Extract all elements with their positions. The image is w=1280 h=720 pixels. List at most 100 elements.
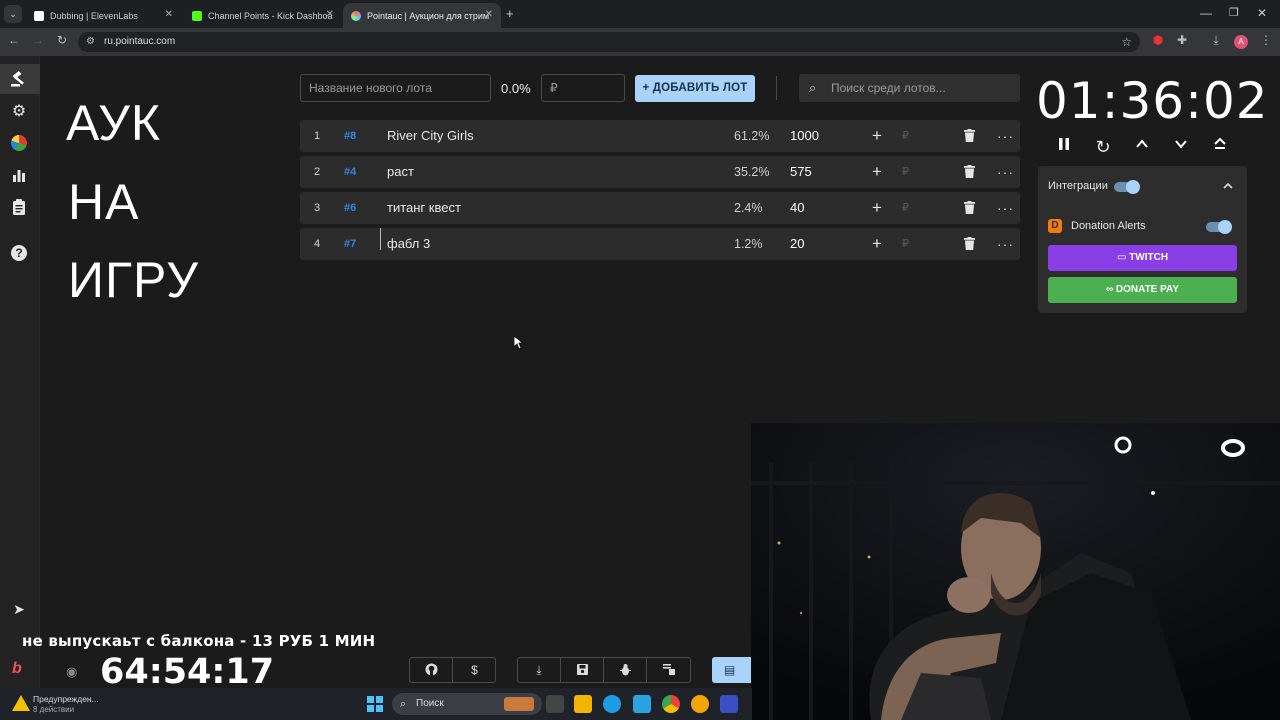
new-tab-button[interactable]: + bbox=[506, 6, 514, 21]
close-icon[interactable]: ✕ bbox=[326, 9, 334, 20]
lot-name[interactable]: титанг квест bbox=[387, 192, 461, 224]
lot-name[interactable]: River City Girls bbox=[387, 120, 474, 152]
search-icon: ⌕ bbox=[809, 80, 817, 95]
more-options-icon[interactable]: ··· bbox=[997, 156, 1014, 188]
tab-kick[interactable]: Channel Points - Kick Dashboa ✕ bbox=[184, 3, 342, 28]
download-icon[interactable]: ⤓ bbox=[1208, 33, 1224, 48]
lot-id[interactable]: #7 bbox=[344, 228, 356, 260]
telegram-icon[interactable]: ➤ bbox=[10, 600, 28, 618]
lot-amount[interactable]: 20 bbox=[790, 228, 804, 260]
lot-search-input[interactable]: ⌕ Поиск среди лотов... bbox=[799, 74, 1020, 102]
extension-icon[interactable]: ⬢ bbox=[1150, 33, 1166, 47]
more-options-icon[interactable]: ··· bbox=[997, 228, 1014, 260]
view-mode-button[interactable]: ▤ bbox=[712, 657, 752, 683]
trash-icon[interactable] bbox=[964, 237, 975, 253]
task-view-icon[interactable] bbox=[546, 695, 564, 713]
lot-amount[interactable]: 1000 bbox=[790, 120, 819, 152]
gear-icon[interactable]: ⚙ bbox=[10, 102, 28, 120]
drag-handle[interactable] bbox=[380, 228, 381, 250]
pie-chart-icon[interactable] bbox=[10, 134, 28, 152]
lot-name-input[interactable]: Название нового лота bbox=[300, 74, 491, 102]
chevron-up-icon[interactable] bbox=[1132, 137, 1152, 157]
lot-id[interactable]: #6 bbox=[344, 192, 356, 224]
lot-row[interactable]: 1 #8 River City Girls 61.2% 1000 + ₽ ··· bbox=[300, 120, 1020, 152]
help-icon[interactable]: ? bbox=[10, 244, 28, 262]
chevron-up-icon[interactable] bbox=[1223, 178, 1233, 196]
lot-row[interactable]: 3 #6 титанг квест 2.4% 40 + ₽ ··· bbox=[300, 192, 1020, 224]
add-amount-button[interactable]: + bbox=[872, 120, 882, 152]
lot-amount[interactable]: 40 bbox=[790, 192, 804, 224]
windows-start-icon[interactable] bbox=[367, 696, 383, 712]
lot-add-amount-input[interactable]: ₽ bbox=[902, 156, 909, 188]
lot-add-amount-input[interactable]: ₽ bbox=[902, 120, 909, 152]
add-lot-button[interactable]: + ДОБАВИТЬ ЛОТ bbox=[635, 75, 755, 102]
add-amount-button[interactable]: + bbox=[872, 228, 882, 260]
save-icon[interactable] bbox=[561, 658, 604, 682]
lot-row[interactable]: 2 #4 раст 35.2% 575 + ₽ ··· bbox=[300, 156, 1020, 188]
tab-elevenlabs[interactable]: Dubbing | ElevenLabs ✕ bbox=[26, 3, 181, 28]
donation-alerts-label: Donation Alerts bbox=[1071, 220, 1146, 232]
donation-alerts-toggle[interactable] bbox=[1206, 220, 1232, 234]
close-icon[interactable]: ✕ bbox=[165, 9, 173, 20]
lot-name[interactable]: фабл 3 bbox=[387, 228, 430, 260]
extensions-puzzle-icon[interactable]: ✚ bbox=[1174, 33, 1190, 47]
kick-favicon bbox=[192, 10, 202, 21]
lot-id[interactable]: #8 bbox=[344, 120, 356, 152]
restore-icon[interactable]: ❐ bbox=[1229, 6, 1239, 19]
browser-tab-bar: ⌄ Dubbing | ElevenLabs ✕ Channel Points … bbox=[0, 0, 1280, 28]
trash-icon[interactable] bbox=[964, 165, 975, 181]
double-chevron-up-icon[interactable] bbox=[1210, 137, 1230, 157]
chrome-icon[interactable] bbox=[662, 695, 680, 713]
bookmark-star-icon[interactable]: ☆ bbox=[1121, 32, 1132, 52]
stats-app-icon[interactable] bbox=[720, 695, 738, 713]
list-view-icon: ▤ bbox=[724, 663, 736, 677]
close-window-icon[interactable]: ✕ bbox=[1257, 6, 1267, 20]
clear-list-icon[interactable] bbox=[647, 658, 690, 682]
tab-pointauc[interactable]: Pointauc | Аукцион для стрима ✕ bbox=[343, 3, 501, 28]
taskbar-search[interactable]: ⌕ Поиск bbox=[392, 693, 542, 715]
twitch-button[interactable]: ▭ TWITCH bbox=[1048, 245, 1237, 271]
lot-add-amount-input[interactable]: ₽ bbox=[902, 228, 909, 260]
tab-search-button[interactable]: ⌄ bbox=[4, 5, 22, 23]
pause-icon[interactable] bbox=[1054, 137, 1074, 157]
bug-icon[interactable] bbox=[604, 658, 647, 682]
add-amount-button[interactable]: + bbox=[872, 156, 882, 188]
site-info-icon[interactable]: ⚙ bbox=[86, 32, 95, 52]
chevron-down-icon[interactable] bbox=[1171, 137, 1191, 157]
lot-amount-input[interactable]: ₽ bbox=[541, 74, 625, 102]
minimize-icon[interactable]: — bbox=[1200, 6, 1212, 20]
close-icon[interactable]: ✕ bbox=[485, 9, 493, 20]
warning-icon[interactable] bbox=[12, 695, 30, 711]
add-amount-button[interactable]: + bbox=[872, 192, 882, 224]
trash-icon[interactable] bbox=[964, 129, 975, 145]
trash-icon[interactable] bbox=[964, 201, 975, 217]
lot-name[interactable]: раст bbox=[387, 156, 414, 188]
file-explorer-icon[interactable] bbox=[574, 695, 592, 713]
more-options-icon[interactable]: ··· bbox=[997, 192, 1014, 224]
lot-id[interactable]: #4 bbox=[344, 156, 356, 188]
reload-icon[interactable]: ↻ bbox=[54, 33, 70, 47]
lot-add-amount-input[interactable]: ₽ bbox=[902, 192, 909, 224]
app-icon[interactable] bbox=[691, 695, 709, 713]
gavel-icon[interactable] bbox=[10, 70, 28, 88]
download-icon[interactable]: ⤓ bbox=[518, 658, 561, 682]
more-options-icon[interactable]: ··· bbox=[997, 120, 1014, 152]
dollar-icon[interactable]: $ bbox=[453, 658, 496, 682]
lot-amount[interactable]: 575 bbox=[790, 156, 812, 188]
back-icon[interactable]: ← bbox=[6, 33, 22, 47]
telegram-icon[interactable] bbox=[633, 695, 651, 713]
webcam-feed bbox=[751, 423, 1280, 720]
forward-icon[interactable]: → bbox=[30, 33, 46, 47]
pointauc-favicon bbox=[351, 10, 361, 21]
address-bar[interactable]: ⚙ ru.pointauc.com ☆ bbox=[78, 32, 1140, 52]
bar-chart-icon[interactable] bbox=[10, 166, 28, 184]
menu-kebab-icon[interactable]: ⋮ bbox=[1258, 33, 1274, 47]
clipboard-icon[interactable] bbox=[10, 198, 28, 216]
profile-avatar[interactable]: A bbox=[1234, 35, 1248, 49]
edge-icon[interactable] bbox=[603, 695, 621, 713]
donatepay-button[interactable]: ∞ DONATE PAY bbox=[1048, 277, 1237, 303]
integrations-toggle[interactable] bbox=[1114, 180, 1140, 194]
github-icon[interactable] bbox=[410, 658, 453, 682]
restart-icon[interactable]: ↻ bbox=[1093, 137, 1113, 157]
lot-row[interactable]: 4 #7 фабл 3 1.2% 20 + ₽ ··· bbox=[300, 228, 1020, 260]
